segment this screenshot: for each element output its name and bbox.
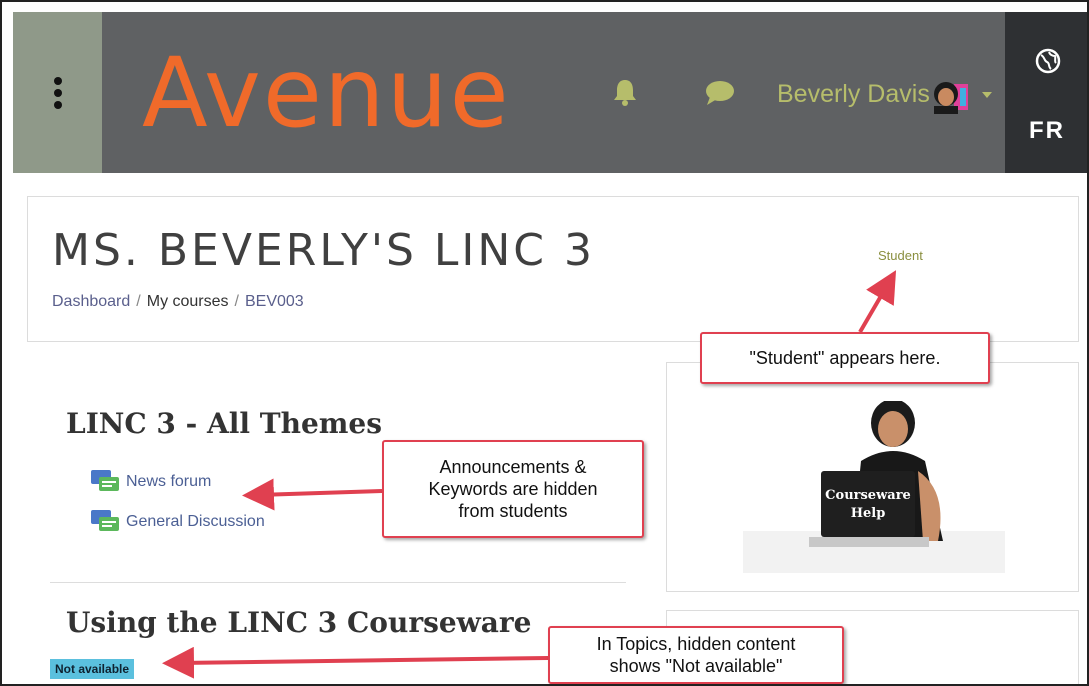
callout-topics: In Topics, hidden content shows "Not ava… xyxy=(548,626,844,684)
callout-hidden: Announcements & Keywords are hidden from… xyxy=(382,440,644,538)
arrow-to-badge xyxy=(162,646,549,679)
callout-topics-line1: In Topics, hidden content xyxy=(596,634,796,654)
arrow-to-role xyxy=(858,270,897,334)
arrow-to-news-forum xyxy=(242,478,383,511)
screenshot-frame: Avenue Beverly Davis FR MS. BEVERLY'S LI… xyxy=(0,0,1089,686)
callout-hidden-line1: Announcements & xyxy=(439,457,587,477)
callout-hidden-line3: from students xyxy=(458,501,568,521)
callout-student: "Student" appears here. xyxy=(700,332,990,384)
callout-student-text: "Student" appears here. xyxy=(749,348,941,368)
callout-hidden-line2: Keywords are hidden xyxy=(428,479,598,499)
callout-topics-line2: shows "Not available" xyxy=(609,656,783,676)
